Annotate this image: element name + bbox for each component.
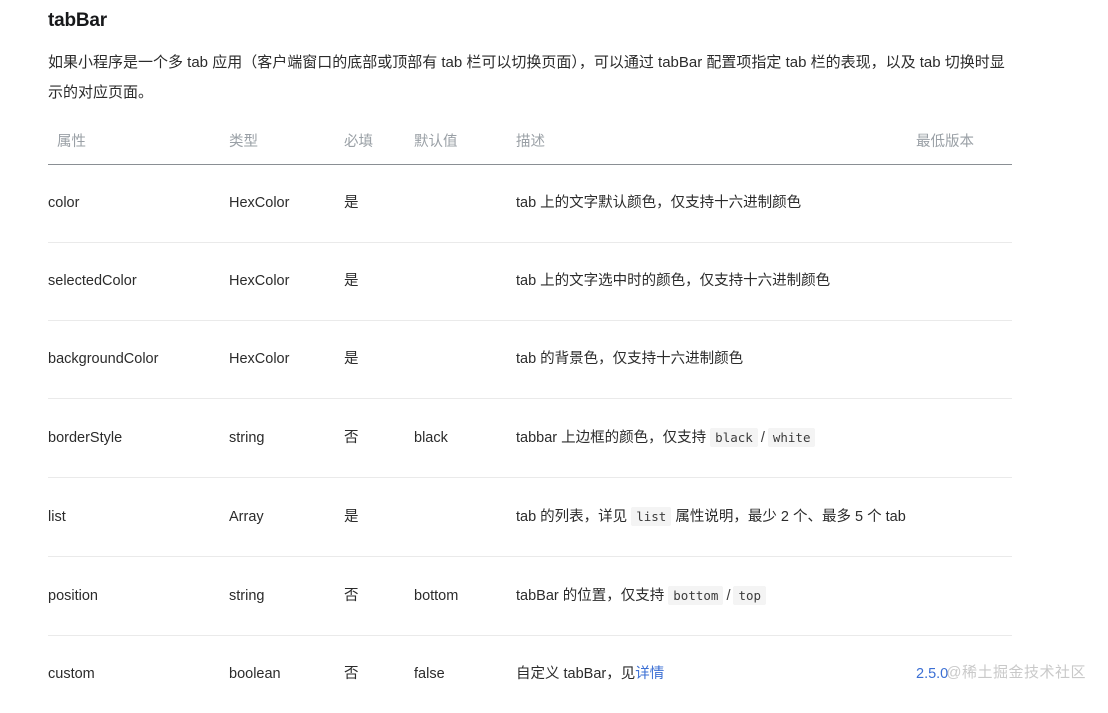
description-text: tabBar 的位置，仅支持 xyxy=(516,588,668,604)
cell-type: boolean xyxy=(229,636,344,713)
cell-attribute: backgroundColor xyxy=(48,321,229,399)
detail-link[interactable]: 详情 xyxy=(635,666,664,682)
cell-attribute: list xyxy=(48,478,229,557)
table-header-row: 属性 类型 必填 默认值 描述 最低版本 xyxy=(48,130,1012,165)
cell-default xyxy=(414,321,516,399)
cell-version xyxy=(916,165,1012,243)
cell-description: tab 上的文字默认颜色，仅支持十六进制颜色 xyxy=(516,165,916,243)
cell-type: Array xyxy=(229,478,344,557)
code-token-list: list xyxy=(631,507,671,526)
cell-required: 是 xyxy=(344,321,414,399)
cell-required: 否 xyxy=(344,399,414,478)
code-token-bottom: bottom xyxy=(668,586,723,605)
description-text: tabbar 上边框的颜色，仅支持 xyxy=(516,430,710,446)
table-header: 属性 类型 必填 默认值 描述 最低版本 xyxy=(48,130,1012,165)
code-token-black: black xyxy=(710,428,758,447)
cell-version xyxy=(916,243,1012,321)
cell-type: HexColor xyxy=(229,165,344,243)
code-separator: / xyxy=(758,430,768,446)
cell-description: tab 的列表，详见 list 属性说明，最少 2 个、最多 5 个 tab xyxy=(516,478,916,557)
intro-paragraph: 如果小程序是一个多 tab 应用（客户端窗口的底部或顶部有 tab 栏可以切换页… xyxy=(48,34,1008,108)
description-text: 自定义 tabBar，见 xyxy=(516,666,635,682)
cell-type: string xyxy=(229,399,344,478)
table-body: color HexColor 是 tab 上的文字默认颜色，仅支持十六进制颜色 … xyxy=(48,165,1012,713)
table-row: list Array 是 tab 的列表，详见 list 属性说明，最少 2 个… xyxy=(48,478,1012,557)
cell-description: tab 的背景色，仅支持十六进制颜色 xyxy=(516,321,916,399)
code-separator: / xyxy=(723,588,733,604)
watermark: @稀土掘金技术社区 xyxy=(946,661,1086,682)
tabbar-properties-table: 属性 类型 必填 默认值 描述 最低版本 color HexColor 是 ta… xyxy=(48,130,1012,713)
cell-default xyxy=(414,243,516,321)
column-header-type: 类型 xyxy=(229,130,344,165)
cell-type: HexColor xyxy=(229,243,344,321)
cell-attribute: color xyxy=(48,165,229,243)
cell-attribute: custom xyxy=(48,636,229,713)
column-header-attribute: 属性 xyxy=(48,130,229,165)
cell-default: bottom xyxy=(414,557,516,636)
cell-type: string xyxy=(229,557,344,636)
table-row: borderStyle string 否 black tabbar 上边框的颜色… xyxy=(48,399,1012,478)
cell-description: 自定义 tabBar，见详情 xyxy=(516,636,916,713)
cell-required: 是 xyxy=(344,243,414,321)
column-header-required: 必填 xyxy=(344,130,414,165)
cell-required: 否 xyxy=(344,636,414,713)
doc-page: tabBar 如果小程序是一个多 tab 应用（客户端窗口的底部或顶部有 tab… xyxy=(0,0,1108,694)
version-link[interactable]: 2.5.0 xyxy=(916,666,948,682)
cell-version xyxy=(916,321,1012,399)
cell-version xyxy=(916,478,1012,557)
page-title: tabBar xyxy=(48,0,1060,34)
column-header-description: 描述 xyxy=(516,130,916,165)
cell-required: 是 xyxy=(344,165,414,243)
cell-default: black xyxy=(414,399,516,478)
cell-attribute: position xyxy=(48,557,229,636)
cell-description: tabBar 的位置，仅支持 bottom/top xyxy=(516,557,916,636)
cell-default: false xyxy=(414,636,516,713)
cell-attribute: selectedColor xyxy=(48,243,229,321)
code-token-white: white xyxy=(768,428,816,447)
cell-required: 是 xyxy=(344,478,414,557)
description-text: tab 的列表，详见 xyxy=(516,509,631,525)
cell-default xyxy=(414,478,516,557)
cell-required: 否 xyxy=(344,557,414,636)
cell-version xyxy=(916,557,1012,636)
description-text-suffix: 属性说明，最少 2 个、最多 5 个 tab xyxy=(671,509,905,525)
table-row: selectedColor HexColor 是 tab 上的文字选中时的颜色，… xyxy=(48,243,1012,321)
table-row: backgroundColor HexColor 是 tab 的背景色，仅支持十… xyxy=(48,321,1012,399)
table-row: custom boolean 否 false 自定义 tabBar，见详情 2.… xyxy=(48,636,1012,713)
table-row: color HexColor 是 tab 上的文字默认颜色，仅支持十六进制颜色 xyxy=(48,165,1012,243)
cell-description: tab 上的文字选中时的颜色，仅支持十六进制颜色 xyxy=(516,243,916,321)
table-row: position string 否 bottom tabBar 的位置，仅支持 … xyxy=(48,557,1012,636)
cell-type: HexColor xyxy=(229,321,344,399)
column-header-version: 最低版本 xyxy=(916,130,1012,165)
cell-version xyxy=(916,399,1012,478)
code-token-top: top xyxy=(733,586,766,605)
cell-attribute: borderStyle xyxy=(48,399,229,478)
cell-default xyxy=(414,165,516,243)
cell-description: tabbar 上边框的颜色，仅支持 black/white xyxy=(516,399,916,478)
column-header-default: 默认值 xyxy=(414,130,516,165)
